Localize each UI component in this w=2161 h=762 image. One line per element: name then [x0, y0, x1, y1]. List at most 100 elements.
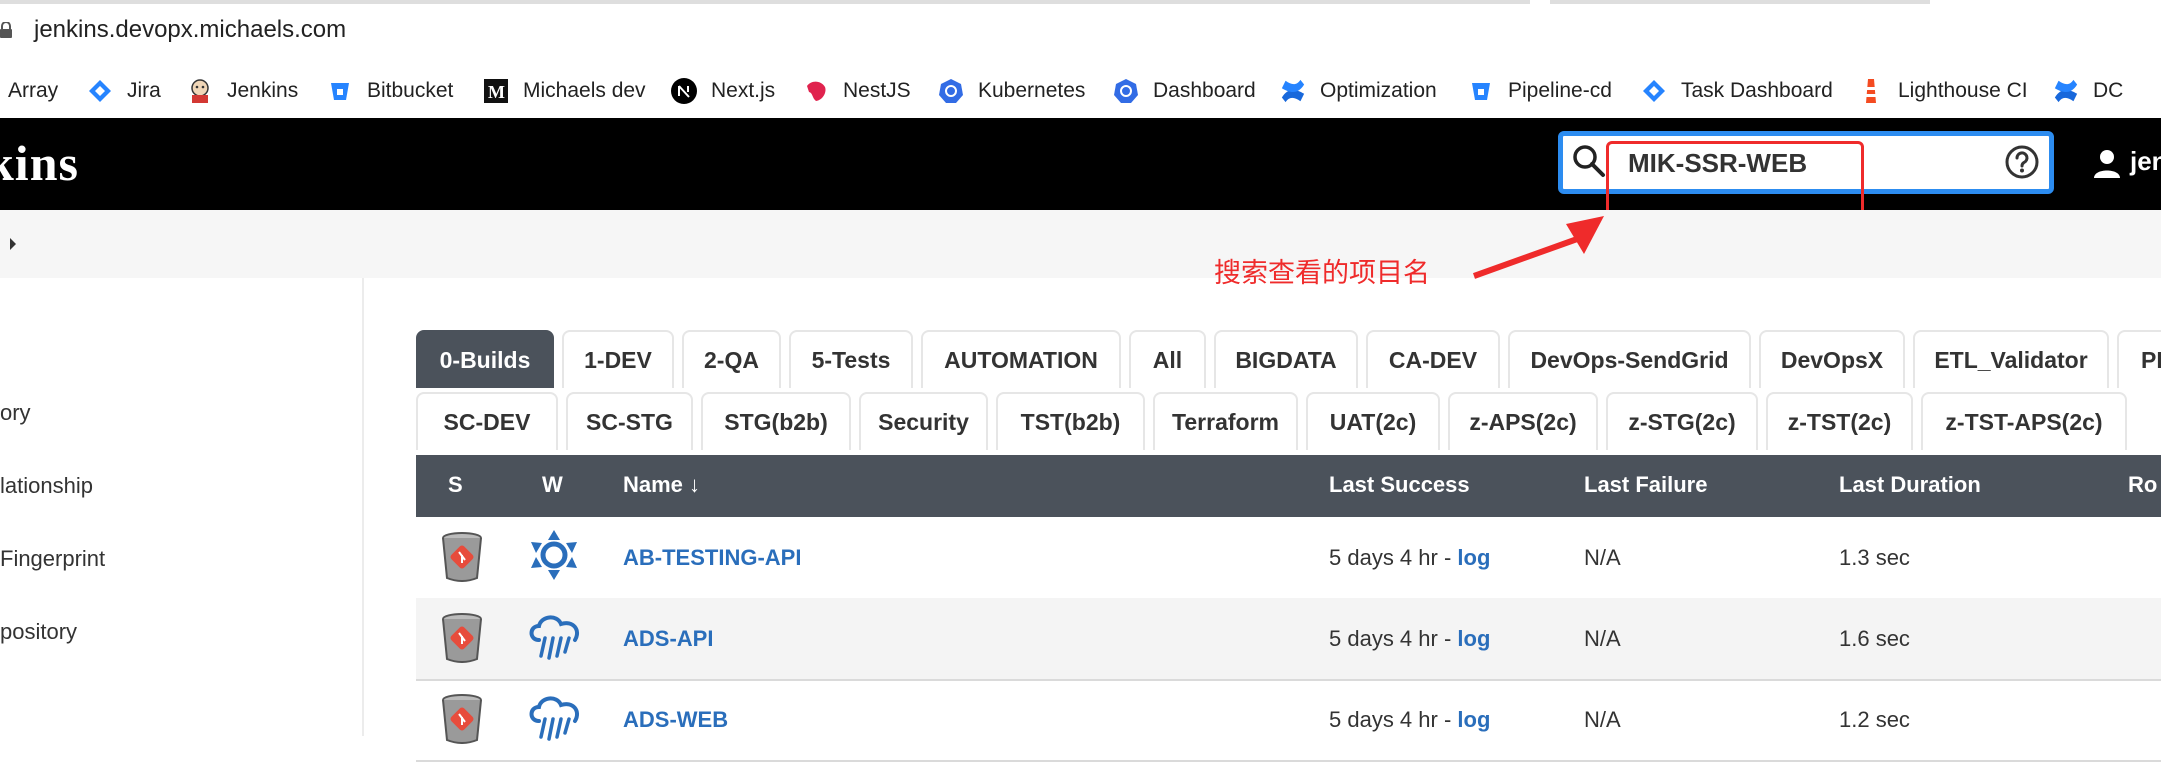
job-name-link[interactable]: ADS-API: [623, 626, 713, 652]
user-icon[interactable]: [2092, 148, 2122, 178]
kubernetes-icon: [1113, 78, 1139, 104]
bookmark-label: Bitbucket: [367, 79, 454, 102]
last-duration-cell: 1.2 sec: [1839, 707, 1910, 732]
job-name-link[interactable]: AB-TESTING-API: [623, 545, 801, 571]
bookmark-label: DC: [2093, 79, 2124, 102]
url-text[interactable]: jenkins.devopx.michaels.com: [34, 16, 346, 44]
last-failure-cell: N/A: [1584, 545, 1621, 570]
last-duration-cell: 1.3 sec: [1839, 545, 1910, 570]
job-name-link[interactable]: ADS-WEB: [623, 707, 728, 733]
tab-pi[interactable]: PI: [2117, 330, 2161, 388]
bookmark-task-dashboard[interactable]: Task Dashboard: [1641, 64, 1833, 118]
sidebar-item-relationship[interactable]: lationship: [0, 473, 93, 499]
tab-strip-edge: [0, 0, 1530, 4]
log-link[interactable]: log: [1457, 545, 1490, 570]
user-name[interactable]: jen: [2130, 146, 2161, 177]
bookmark-label: Kubernetes: [978, 79, 1086, 102]
column-last-failure[interactable]: Last Failure: [1584, 472, 1707, 498]
tab-z-aps-2c[interactable]: z-APS(2c): [1448, 392, 1598, 450]
last-success-text: 5 days 4 hr -: [1329, 707, 1458, 732]
tab-security[interactable]: Security: [859, 392, 988, 450]
bookmark-lighthouse-ci[interactable]: Lighthouse CI: [1858, 64, 2028, 118]
column-last-success[interactable]: Last Success: [1329, 472, 1470, 498]
help-icon[interactable]: [2004, 144, 2040, 180]
bookmark-bitbucket[interactable]: Bitbucket: [327, 64, 453, 118]
tab-all[interactable]: All: [1129, 330, 1206, 388]
bookmark-label: Jira: [127, 79, 161, 102]
bookmark-dc[interactable]: DC: [2053, 64, 2123, 118]
bookmark-label: Task Dashboard: [1681, 79, 1833, 102]
git-disabled-status-icon: [442, 613, 482, 663]
column-status[interactable]: S: [448, 472, 463, 498]
bookmark-nextjs[interactable]: Next.js: [671, 64, 775, 118]
bookmark-nestjs[interactable]: NestJS: [803, 64, 911, 118]
browser-url-bar[interactable]: jenkins.devopx.michaels.com: [0, 0, 2161, 64]
tab-0-builds[interactable]: 0-Builds: [416, 330, 554, 388]
sidebar-item-repository[interactable]: pository: [0, 619, 77, 645]
bitbucket-icon: [327, 78, 353, 104]
nestjs-icon: [803, 78, 829, 104]
tab-z-tst-2c[interactable]: z-TST(2c): [1766, 392, 1913, 450]
bookmark-label: Next.js: [711, 79, 776, 102]
tab-devops-sendgrid[interactable]: DevOps-SendGrid: [1508, 330, 1751, 388]
annotation-label: 搜索查看的项目名: [1214, 258, 1430, 288]
tab-uat-2c[interactable]: UAT(2c): [1306, 392, 1440, 450]
jenkins-logo[interactable]: kins: [0, 134, 79, 192]
last-success-cell: 5 days 4 hr - log: [1329, 707, 1490, 733]
bookmark-label: Michaels dev: [523, 79, 646, 102]
bitbucket-icon: [1468, 78, 1494, 104]
tab-2-qa[interactable]: 2-QA: [682, 330, 781, 388]
jira-icon: [1641, 78, 1667, 104]
tab-automation[interactable]: AUTOMATION: [921, 330, 1121, 388]
last-failure-cell: N/A: [1584, 707, 1621, 732]
tab-sc-stg[interactable]: SC-STG: [566, 392, 693, 450]
bookmark-label: Jenkins: [227, 79, 299, 102]
sidebar-item-fingerprint[interactable]: Fingerprint: [0, 546, 105, 572]
jira-icon: [87, 78, 113, 104]
nextjs-icon: [671, 78, 697, 104]
tab-bigdata[interactable]: BIGDATA: [1214, 330, 1358, 388]
column-weather[interactable]: W: [542, 472, 563, 498]
sidebar-item-history[interactable]: ory: [0, 400, 31, 426]
bookmark-pipeline-cd[interactable]: Pipeline-cd: [1468, 64, 1612, 118]
kubernetes-icon: [938, 78, 964, 104]
last-success-text: 5 days 4 hr -: [1329, 626, 1458, 651]
bookmark-kubernetes[interactable]: Kubernetes: [938, 64, 1085, 118]
tab-sc-dev[interactable]: SC-DEV: [416, 392, 558, 450]
column-ro[interactable]: Ro: [2128, 472, 2157, 498]
chevron-right-icon[interactable]: [8, 236, 18, 252]
bookmarks-bar: Array Jira Jenkins Bitbucket M Michaels …: [0, 64, 2161, 119]
tab-5-tests[interactable]: 5-Tests: [789, 330, 913, 388]
lighthouse-icon: [1858, 78, 1884, 104]
tab-devopsx[interactable]: DevOpsX: [1759, 330, 1905, 388]
bookmark-optimization[interactable]: Optimization: [1280, 64, 1437, 118]
bookmark-jira[interactable]: Jira: [87, 64, 161, 118]
bookmark-dashboard[interactable]: Dashboard: [1113, 64, 1256, 118]
tab-strip-edge: [1550, 0, 1930, 4]
tab-stg-b2b[interactable]: STG(b2b): [701, 392, 851, 450]
tab-1-dev[interactable]: 1-DEV: [562, 330, 674, 388]
tab-z-tst-aps-2c[interactable]: z-TST-APS(2c): [1921, 392, 2127, 450]
tab-z-stg-2c[interactable]: z-STG(2c): [1606, 392, 1758, 450]
log-link[interactable]: log: [1457, 707, 1490, 732]
log-link[interactable]: log: [1457, 626, 1490, 651]
sunny-icon: [531, 530, 577, 580]
tab-etl-validator[interactable]: ETL_Validator: [1913, 330, 2109, 388]
bookmark-michaels-dev[interactable]: M Michaels dev: [483, 64, 646, 118]
tab-ca-dev[interactable]: CA-DEV: [1366, 330, 1500, 388]
column-last-duration[interactable]: Last Duration: [1839, 472, 1981, 498]
breadcrumb: [0, 210, 2161, 278]
confluence-icon: [1280, 78, 1306, 104]
jenkins-icon: [187, 78, 213, 104]
michaels-icon: M: [483, 78, 509, 104]
bookmark-array[interactable]: Array: [8, 64, 58, 118]
last-success-cell: 5 days 4 hr - log: [1329, 545, 1490, 571]
bookmark-jenkins[interactable]: Jenkins: [187, 64, 298, 118]
git-disabled-status-icon: [442, 532, 482, 582]
tab-terraform[interactable]: Terraform: [1153, 392, 1298, 450]
tab-tst-b2b[interactable]: TST(b2b): [996, 392, 1145, 450]
annotation-highlight-box: [1606, 141, 1864, 217]
rain-icon: [529, 615, 580, 660]
confluence-icon: [2053, 78, 2079, 104]
column-name[interactable]: Name ↓: [623, 472, 700, 498]
